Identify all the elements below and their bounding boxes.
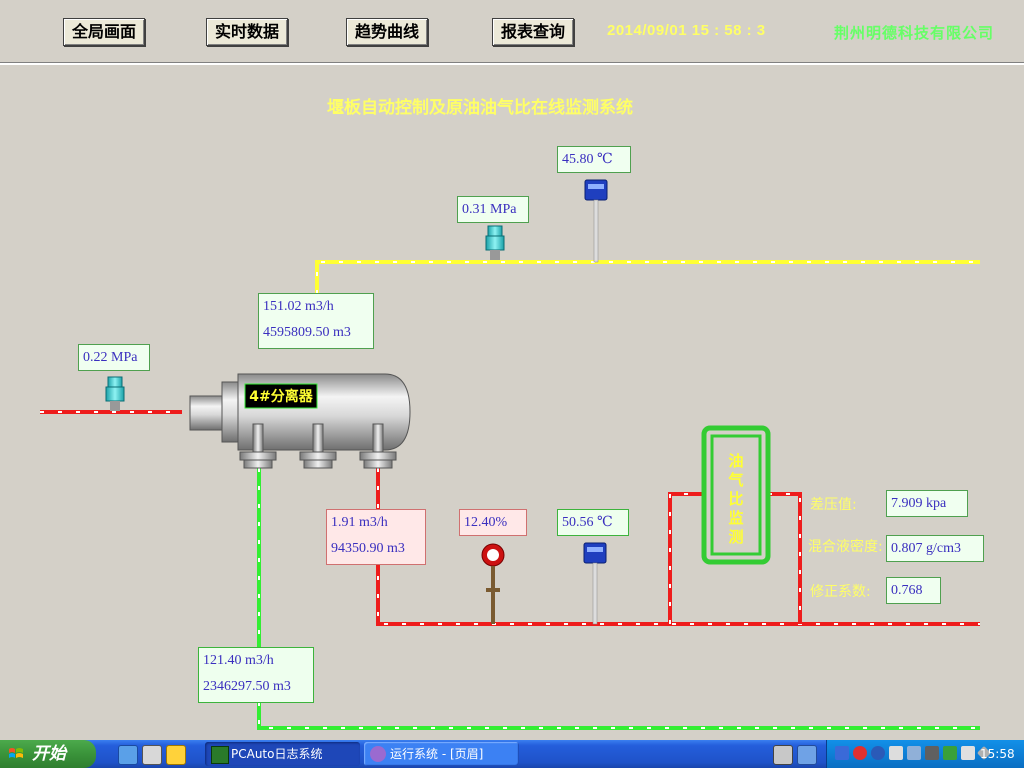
gas-flow-display: 151.02 m3/h 4595809.50 m3 bbox=[258, 293, 374, 349]
task-runtime[interactable]: 运行系统 - [页眉] bbox=[364, 742, 519, 766]
tray-user-icon[interactable] bbox=[961, 746, 975, 760]
differential-pressure-label: 差压值: bbox=[810, 497, 857, 513]
water-cut-display: 12.40% bbox=[459, 509, 527, 536]
gas-temperature-value: 45.80 ℃ bbox=[562, 152, 613, 167]
gas-temperature-display: 45.80 ℃ bbox=[557, 146, 631, 173]
log-icon bbox=[211, 746, 229, 764]
desktop-icon[interactable] bbox=[142, 745, 162, 765]
oil-temperature-sensor-icon[interactable] bbox=[583, 542, 607, 625]
oil-flow-total-value: 94350.90 m3 bbox=[331, 541, 405, 556]
start-button[interactable]: 开始 bbox=[0, 740, 96, 768]
scada-screen: 全局画面 实时数据 趋势曲线 报表查询 2014/09/01 15 : 58 :… bbox=[0, 0, 1024, 740]
windows-logo-icon bbox=[9, 748, 23, 758]
task-pcauto-log[interactable]: PCAuto日志系统 bbox=[205, 742, 360, 766]
tray-shield-icon[interactable] bbox=[943, 746, 957, 760]
gas-flow-total-value: 4595809.50 m3 bbox=[263, 325, 351, 340]
tray-monitor-icon[interactable] bbox=[925, 746, 939, 760]
water-cut-meter-icon[interactable] bbox=[481, 543, 505, 624]
gas-pipe bbox=[315, 260, 980, 312]
water-flow-rate-value: 121.40 m3/h bbox=[203, 653, 274, 668]
water-cut-value: 12.40% bbox=[464, 515, 508, 530]
mixed-density-label: 混合液密度: bbox=[808, 539, 883, 555]
taskbar-clock: 15:58 bbox=[980, 747, 1015, 761]
oil-flow-display: 1.91 m3/h 94350.90 m3 bbox=[326, 509, 426, 565]
correction-coef-value: 0.768 bbox=[891, 583, 923, 598]
oil-gas-ratio-monitor[interactable]: 油气比监测 bbox=[701, 425, 771, 565]
gas-pressure-display: 0.31 MPa bbox=[457, 196, 529, 223]
correction-coef-display: 0.768 bbox=[886, 577, 941, 604]
differential-pressure-value: 7.909 kpa bbox=[891, 496, 947, 511]
tray-app-icon[interactable] bbox=[835, 746, 849, 760]
gas-pressure-transmitter-icon[interactable] bbox=[485, 225, 505, 260]
water-pipe bbox=[257, 468, 980, 730]
speaker-icon[interactable] bbox=[773, 745, 793, 765]
oil-flow-rate-value: 1.91 m3/h bbox=[331, 515, 388, 530]
gas-temperature-sensor-icon[interactable] bbox=[584, 179, 608, 263]
separator-tank[interactable]: 4#分离器 bbox=[189, 373, 411, 469]
mixed-density-value: 0.807 g/cm3 bbox=[891, 541, 961, 556]
gas-pressure-value: 0.31 MPa bbox=[462, 202, 517, 217]
mixed-density-display: 0.807 g/cm3 bbox=[886, 535, 984, 562]
monitor-label: 油气比监测 bbox=[727, 452, 743, 546]
tray-record-icon[interactable] bbox=[853, 746, 867, 760]
correction-coef-label: 修正系数: bbox=[810, 584, 871, 600]
start-label: 开始 bbox=[32, 744, 66, 764]
water-flow-total-value: 2346297.50 m3 bbox=[203, 679, 291, 694]
water-flow-display: 121.40 m3/h 2346297.50 m3 bbox=[198, 647, 314, 703]
task-runtime-label: 运行系统 - [页眉] bbox=[390, 747, 484, 761]
taskbar: 开始 PCAuto日志系统 运行系统 - [页眉] 15:58 bbox=[0, 740, 1024, 768]
differential-pressure-display: 7.909 kpa bbox=[886, 490, 968, 517]
gas-flow-rate-value: 151.02 m3/h bbox=[263, 299, 334, 314]
inlet-pressure-display: 0.22 MPa bbox=[78, 344, 150, 371]
tray-help-icon[interactable] bbox=[889, 746, 903, 760]
inlet-pressure-transmitter-icon[interactable] bbox=[105, 376, 125, 411]
runtime-icon bbox=[370, 746, 386, 762]
separator-label: 4#分离器 bbox=[249, 388, 313, 405]
tray-display-icon[interactable] bbox=[907, 746, 921, 760]
network-icon[interactable] bbox=[797, 745, 817, 765]
tray-info-icon[interactable] bbox=[871, 746, 885, 760]
media-icon[interactable] bbox=[166, 745, 186, 765]
inlet-pressure-value: 0.22 MPa bbox=[83, 350, 138, 365]
task-pcauto-log-label: PCAuto日志系统 bbox=[231, 747, 323, 761]
oil-temperature-value: 50.56 ℃ bbox=[562, 515, 613, 530]
oil-temperature-display: 50.56 ℃ bbox=[557, 509, 629, 536]
process-diagram: 4#分离器 油气比监测 bbox=[40, 179, 980, 730]
ie-icon[interactable] bbox=[118, 745, 138, 765]
